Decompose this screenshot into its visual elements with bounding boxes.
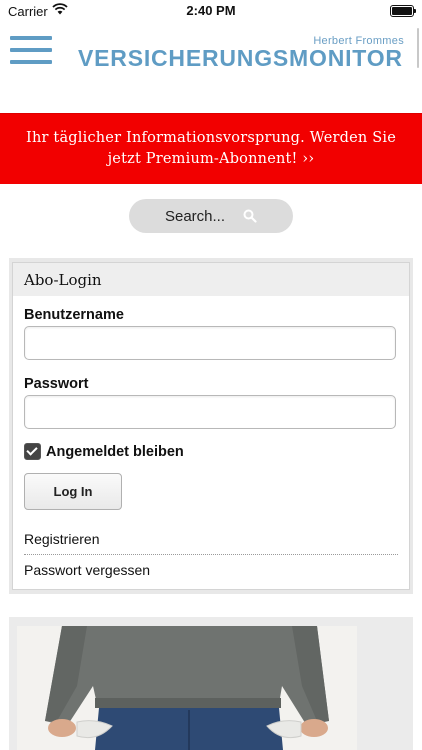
article-image[interactable] bbox=[17, 626, 357, 750]
battery-icon bbox=[390, 5, 416, 17]
clock: 2:40 PM bbox=[186, 3, 236, 18]
login-title: Abo-Login bbox=[24, 271, 102, 289]
brand-logo-text[interactable]: VERSICHERUNGSMONITOR bbox=[78, 45, 403, 72]
login-section: Abo-Login Benutzername Passwort Angemeld… bbox=[9, 258, 413, 594]
remember-me-label: Angemeldet bleiben bbox=[46, 443, 184, 460]
premium-banner[interactable]: Ihr täglicher Informationsvorsprung. Wer… bbox=[0, 113, 422, 184]
password-field[interactable] bbox=[24, 395, 396, 429]
register-link[interactable]: Registrieren bbox=[24, 531, 398, 547]
login-header: Abo-Login bbox=[13, 263, 409, 296]
login-button[interactable]: Log In bbox=[24, 473, 122, 510]
checkbox-icon[interactable] bbox=[24, 443, 41, 460]
search-input[interactable]: Search... bbox=[129, 199, 293, 233]
forgot-password-link[interactable]: Passwort vergessen bbox=[24, 562, 398, 578]
username-field[interactable] bbox=[24, 326, 396, 360]
link-divider bbox=[24, 554, 398, 555]
premium-banner-text: Ihr täglicher Informationsvorsprung. Wer… bbox=[26, 130, 396, 167]
password-label: Passwort bbox=[24, 376, 89, 392]
login-card: Abo-Login Benutzername Passwort Angemeld… bbox=[12, 262, 410, 590]
scroll-indicator bbox=[417, 28, 419, 68]
search-placeholder: Search... bbox=[164, 207, 226, 225]
menu-icon[interactable] bbox=[10, 34, 52, 66]
remember-me-toggle[interactable]: Angemeldet bleiben bbox=[24, 443, 184, 460]
status-bar: Carrier 2:40 PM bbox=[0, 0, 422, 22]
search-icon[interactable] bbox=[243, 209, 257, 223]
article-teaser[interactable] bbox=[9, 617, 413, 750]
username-label: Benutzername bbox=[24, 307, 124, 323]
